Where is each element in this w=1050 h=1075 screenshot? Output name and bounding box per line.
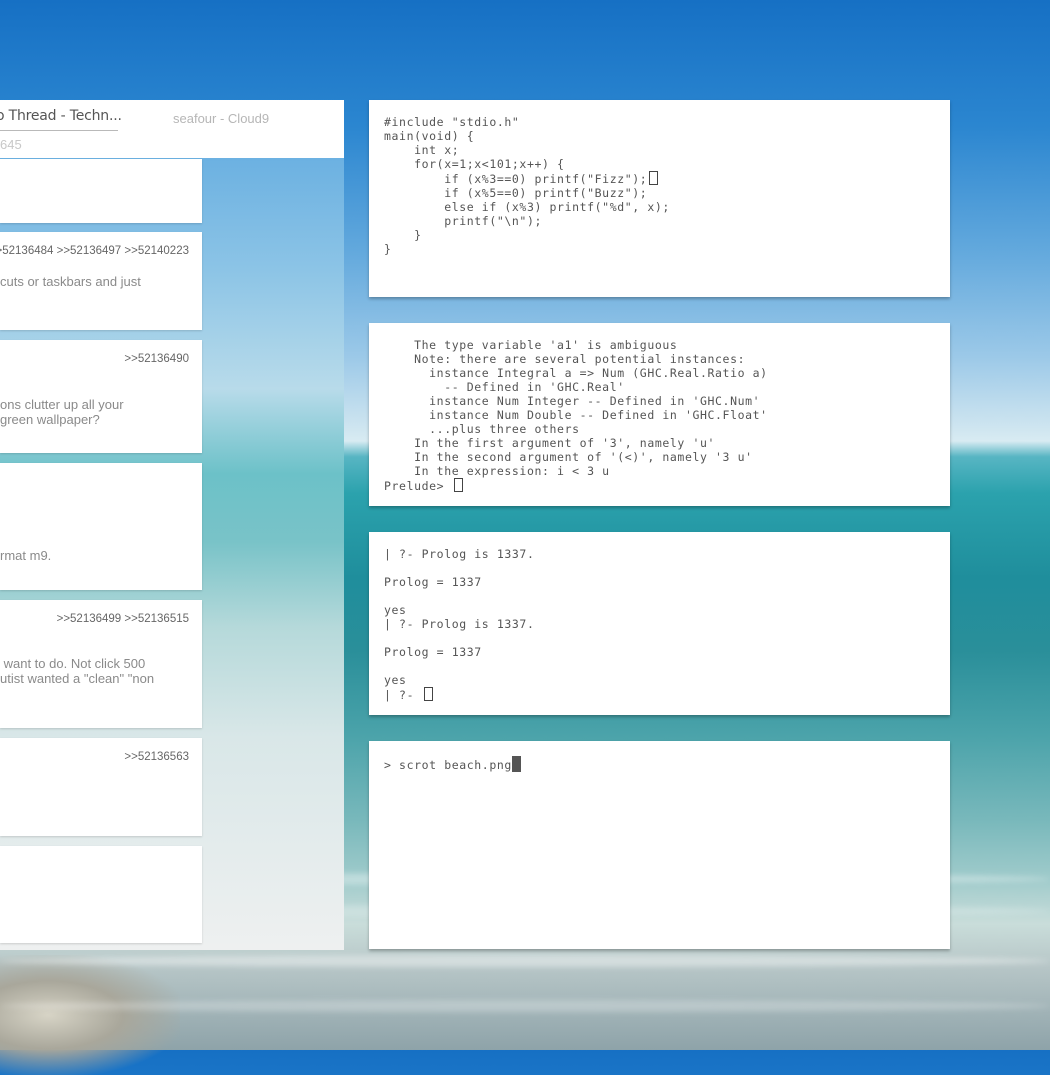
- list-item[interactable]: [0, 846, 202, 943]
- post-reply-links[interactable]: >>52136499 >>52136515: [57, 613, 189, 625]
- terminal-output: | ?- Prolog is 1337. Prolog = 1337 yes |…: [384, 547, 534, 702]
- wave-foam: [0, 955, 1050, 967]
- beach-sand: [0, 955, 180, 1075]
- prolog-prompt[interactable]: | ?-: [384, 688, 422, 702]
- cursor: [649, 171, 659, 185]
- code-line: #include "stdio.h" main(void) { int x; f…: [384, 115, 648, 186]
- post-number: 645: [0, 137, 22, 152]
- terminal-prolog[interactable]: | ?- Prolog is 1337. Prolog = 1337 yes |…: [369, 532, 950, 715]
- code-editor-content[interactable]: #include "stdio.h" main(void) { int x; f…: [384, 115, 670, 256]
- prolog-session-text: | ?- Prolog is 1337. Prolog = 1337 yes |…: [384, 547, 535, 687]
- post-text: ons clutter up all your green wallpaper?: [0, 397, 124, 427]
- browser-window: o Thread - Techn... seafour - Cloud9 645…: [0, 100, 344, 950]
- post-reply-links[interactable]: >>52136563: [124, 751, 189, 763]
- terminal-c-editor[interactable]: #include "stdio.h" main(void) { int x; f…: [369, 100, 950, 297]
- tab-cloud9[interactable]: seafour - Cloud9: [173, 111, 269, 126]
- post-reply-links[interactable]: >>52136490: [124, 353, 189, 365]
- list-item[interactable]: >>52136563: [0, 738, 202, 836]
- list-item[interactable]: [0, 159, 202, 223]
- list-item[interactable]: rmat m9.: [0, 463, 202, 590]
- post-text: want to do. Not click 500 utist wanted a…: [0, 656, 155, 686]
- tab-thread[interactable]: o Thread - Techn...: [0, 108, 122, 131]
- ghc-error-text: The type variable 'a1' is ambiguous Note…: [414, 338, 768, 478]
- terminal-output: The type variable 'a1' is ambiguous Note…: [384, 338, 768, 493]
- cursor: [453, 478, 463, 492]
- wave-foam: [0, 1000, 1050, 1012]
- post-reply-links[interactable]: >>52136484 >>52136497 >>52140223: [0, 245, 189, 257]
- cursor: [423, 687, 433, 701]
- shell-command[interactable]: > scrot beach.png: [384, 758, 512, 772]
- terminal-output[interactable]: > scrot beach.png: [384, 756, 521, 772]
- post-text: cuts or taskbars and just: [0, 274, 141, 289]
- list-item[interactable]: >>52136484 >>52136497 >>52140223 cuts or…: [0, 232, 202, 330]
- terminal-shell[interactable]: > scrot beach.png: [369, 741, 950, 949]
- cursor: [511, 756, 521, 772]
- code-line: if (x%5==0) printf("Buzz"); else if (x%3…: [384, 186, 670, 256]
- list-item[interactable]: >>52136499 >>52136515 want to do. Not cl…: [0, 600, 202, 728]
- ghc-prompt[interactable]: Prelude>: [384, 479, 452, 493]
- post-text: rmat m9.: [0, 548, 52, 563]
- list-item[interactable]: >>52136490 ons clutter up all your green…: [0, 340, 202, 453]
- browser-tab-bar: o Thread - Techn... seafour - Cloud9 645: [0, 100, 344, 158]
- terminal-ghci[interactable]: The type variable 'a1' is ambiguous Note…: [369, 323, 950, 506]
